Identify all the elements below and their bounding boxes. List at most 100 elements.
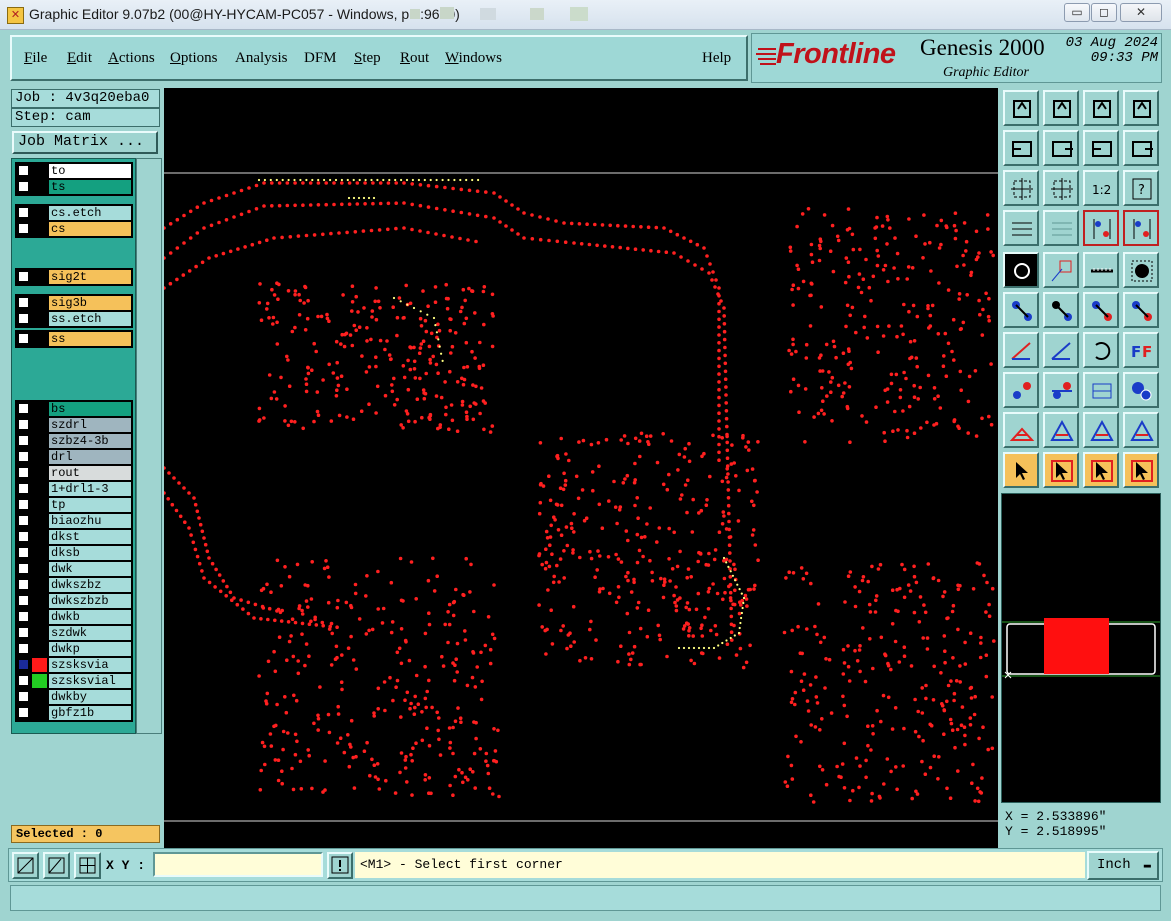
layer-color-swatch[interactable] [32, 626, 47, 640]
layer-color-swatch[interactable] [32, 706, 47, 720]
arc-icon[interactable] [1043, 412, 1079, 448]
layer-color-swatch[interactable] [32, 206, 47, 220]
menu-edit[interactable]: Edit [67, 50, 92, 67]
line-segment-icon[interactable] [1043, 372, 1079, 408]
graphic-canvas[interactable] [162, 88, 998, 848]
layer-color-swatch[interactable] [32, 546, 47, 560]
layer-color-swatch[interactable] [32, 402, 47, 416]
layer-name[interactable]: dwkp [49, 642, 131, 656]
select-box-icon[interactable] [1043, 452, 1079, 488]
import-icon[interactable] [1003, 130, 1039, 166]
layer-name[interactable]: szsksvia [49, 658, 131, 672]
layer-row[interactable]: tp [16, 498, 132, 512]
menu-dfm[interactable]: DFM [304, 50, 337, 67]
minimize-icon[interactable]: ▭ [1064, 3, 1090, 22]
rotate-icon[interactable] [1083, 332, 1119, 368]
layer-name[interactable]: to [49, 164, 131, 178]
layer-checkbox[interactable] [18, 627, 29, 638]
layer-row[interactable]: dwkszbzb [16, 594, 132, 608]
layer-row[interactable]: gbfz1b [16, 706, 132, 720]
layer-checkbox[interactable] [18, 707, 29, 718]
layer-row[interactable]: drl [16, 450, 132, 464]
layer-name[interactable]: ts [49, 180, 131, 194]
layer-row[interactable]: sig3b [16, 296, 132, 310]
layer-checkbox[interactable] [18, 595, 29, 606]
overview-panel[interactable] [1001, 493, 1161, 803]
menu-windows[interactable]: Windows [445, 50, 502, 67]
layer-checkbox[interactable] [18, 579, 29, 590]
layer-name[interactable]: sig3b [49, 296, 131, 310]
select-route-icon[interactable] [1123, 452, 1159, 488]
layer-checkbox[interactable] [18, 223, 29, 234]
layer-color-swatch[interactable] [32, 642, 47, 656]
layer-checkbox[interactable] [18, 333, 29, 344]
layer-color-swatch[interactable] [32, 180, 47, 194]
layer-name[interactable]: dwkszbzb [49, 594, 131, 608]
layer-row[interactable]: sig2t [16, 270, 132, 284]
layer-row[interactable]: szsksvia [16, 658, 132, 672]
layer-color-swatch[interactable] [32, 332, 47, 346]
layer-name[interactable]: ss.etch [49, 312, 131, 326]
dimension-icon[interactable] [1083, 372, 1119, 408]
xy-input[interactable] [153, 852, 323, 877]
redo-icon[interactable] [1123, 130, 1159, 166]
layer-row[interactable]: szdwk [16, 626, 132, 640]
layer-checkbox[interactable] [18, 207, 29, 218]
layer-row[interactable]: to [16, 164, 132, 178]
layer-color-swatch[interactable] [32, 594, 47, 608]
layer-name[interactable]: szdwk [49, 626, 131, 640]
layer-color-swatch[interactable] [32, 530, 47, 544]
layer-color-swatch[interactable] [32, 164, 47, 178]
angle-icon[interactable] [1003, 332, 1039, 368]
layer-name[interactable]: szdrl [49, 418, 131, 432]
layer-checkbox[interactable] [18, 271, 29, 282]
home-icon[interactable] [1083, 90, 1119, 126]
group-icon[interactable] [1123, 372, 1159, 408]
layer-checkbox[interactable] [18, 499, 29, 510]
layer-color-swatch[interactable] [32, 674, 47, 688]
layer-color-swatch[interactable] [32, 498, 47, 512]
layer-color-swatch[interactable] [32, 296, 47, 310]
scale-ratio-icon[interactable]: 1:2 [1083, 170, 1119, 206]
layer-row[interactable]: cs.etch [16, 206, 132, 220]
maximize-icon[interactable]: ◻ [1091, 3, 1117, 22]
layer-color-swatch[interactable] [32, 482, 47, 496]
menu-options[interactable]: Options [170, 50, 218, 67]
layer-checkbox[interactable] [18, 547, 29, 558]
layer-settings-icon[interactable] [1083, 210, 1119, 246]
line-icon[interactable] [1043, 332, 1079, 368]
layer-checkbox[interactable] [18, 181, 29, 192]
layer-row[interactable]: dwkp [16, 642, 132, 656]
layer-scrollbar[interactable] [136, 158, 162, 734]
layer-name[interactable]: 1+drl1-3 [49, 482, 131, 496]
mirror-icon[interactable]: FF [1123, 332, 1159, 368]
layer-checkbox[interactable] [18, 435, 29, 446]
layer-checkbox[interactable] [18, 563, 29, 574]
layer-checkbox[interactable] [18, 675, 29, 686]
layer-row[interactable]: bs [16, 402, 132, 416]
layer-name[interactable]: rout [49, 466, 131, 480]
layer-row[interactable]: szsksvial [16, 674, 132, 688]
layer-color-swatch[interactable] [32, 450, 47, 464]
trapezoid-icon[interactable] [1083, 412, 1119, 448]
layer-checkbox[interactable] [18, 483, 29, 494]
layer-name[interactable]: ss [49, 332, 131, 346]
layer-row[interactable]: szbz4-3b [16, 434, 132, 448]
close-icon[interactable]: ✕ [1120, 3, 1162, 22]
layer-checkbox[interactable] [18, 313, 29, 324]
layer-row[interactable]: rout [16, 466, 132, 480]
layer-color-swatch[interactable] [32, 578, 47, 592]
layer-name[interactable]: dksb [49, 546, 131, 560]
layer-checkbox[interactable] [18, 451, 29, 462]
layer-row[interactable]: szdrl [16, 418, 132, 432]
save-icon[interactable] [1043, 90, 1079, 126]
menu-help[interactable]: Help [702, 50, 731, 67]
layer-checkbox[interactable] [18, 165, 29, 176]
copy-point-icon[interactable] [1123, 292, 1159, 328]
layer-name[interactable]: dwkszbz [49, 578, 131, 592]
layer-row[interactable]: ss.etch [16, 312, 132, 326]
grid-snap-icon[interactable] [74, 852, 101, 879]
edit-shape-icon[interactable] [1043, 252, 1079, 288]
pcb-view[interactable] [162, 88, 998, 848]
layer-name[interactable]: cs.etch [49, 206, 131, 220]
